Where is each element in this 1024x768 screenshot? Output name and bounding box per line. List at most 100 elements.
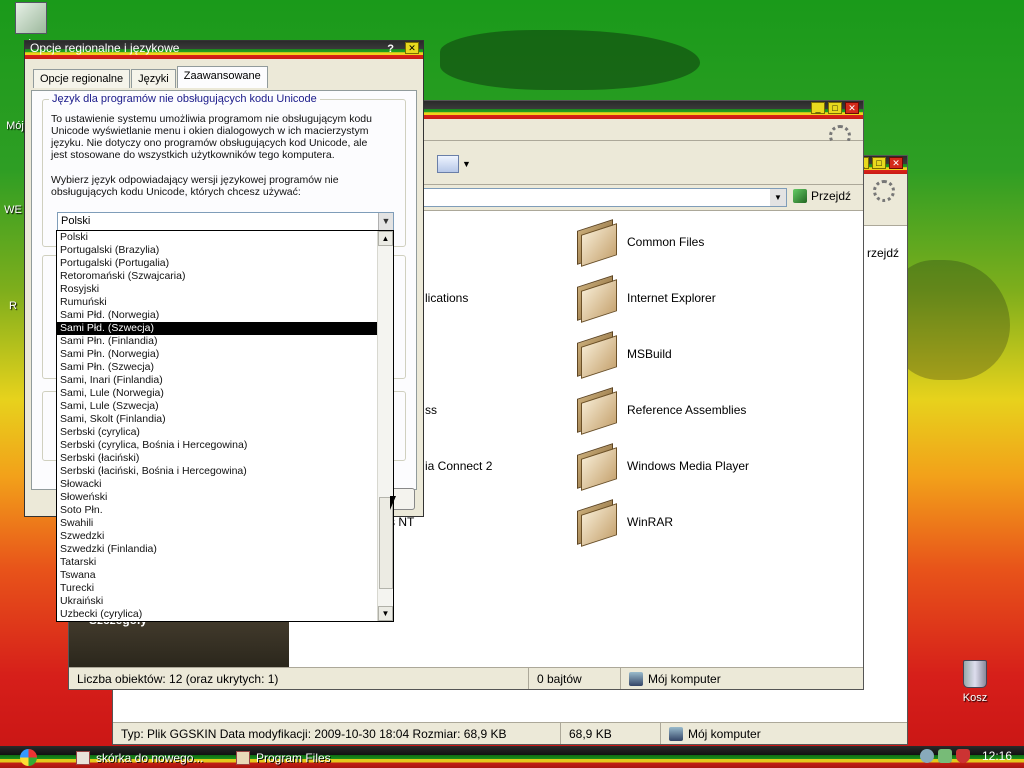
folder-item[interactable]: lications xyxy=(425,291,468,305)
computer-icon xyxy=(629,671,643,686)
dialog-title: Opcje regionalne i językowe xyxy=(30,41,180,55)
status-size: 0 bajtów xyxy=(529,668,621,689)
close-button[interactable]: ✕ xyxy=(889,157,903,169)
dropdown-scrollbar[interactable]: ▲ ▼ xyxy=(377,231,393,621)
views-icon xyxy=(437,155,459,173)
scroll-thumb[interactable] xyxy=(379,497,393,589)
tab-regional-options[interactable]: Opcje regionalne xyxy=(33,69,131,88)
tab-advanced[interactable]: Zaawansowane xyxy=(176,66,268,88)
dropdown-item[interactable]: Portugalski (Portugalia) xyxy=(57,257,393,270)
dropdown-item[interactable]: Sami Płn. (Norwegia) xyxy=(57,348,393,361)
throbber-icon xyxy=(873,180,895,202)
desktop-icon-label: WE xyxy=(4,204,22,216)
dropdown-item[interactable]: Sami Płd. (Norwegia) xyxy=(57,309,393,322)
dropdown-item[interactable]: Rosyjski xyxy=(57,283,393,296)
network-icon[interactable] xyxy=(920,749,934,763)
scroll-up-button[interactable]: ▲ xyxy=(378,231,393,246)
dropdown-item[interactable]: Słoweński xyxy=(57,491,393,504)
dropdown-item[interactable]: Serbski (cyrylica) xyxy=(57,426,393,439)
dropdown-item[interactable]: Serbski (łaciński) xyxy=(57,452,393,465)
language-dropdown-list[interactable]: Polski Portugalski (Brazylia) Portugalski … xyxy=(56,230,394,622)
status-bar: Liczba obiektów: 12 (oraz ukrytych: 1) 0… xyxy=(69,667,863,689)
dropdown-item[interactable]: Szwedzki xyxy=(57,530,393,543)
shield-icon[interactable] xyxy=(956,749,970,763)
chevron-down-icon[interactable]: ▼ xyxy=(770,189,786,206)
goto-label: Przejdź xyxy=(811,189,852,203)
dropdown-item[interactable]: Ukraiński xyxy=(57,595,393,608)
dropdown-item[interactable]: Sami, Lule (Norwegia) xyxy=(57,387,393,400)
folder-item-common-files[interactable]: Common Files xyxy=(575,219,704,267)
dropdown-item[interactable]: Szwedzki (Finlandia) xyxy=(57,543,393,556)
recycle-bin-icon xyxy=(963,660,987,688)
maximize-button[interactable]: □ xyxy=(828,102,842,114)
dropdown-item[interactable]: Swahili xyxy=(57,517,393,530)
folder-item-msbuild[interactable]: MSBuild xyxy=(575,331,672,379)
folder-item-internet-explorer[interactable]: Internet Explorer xyxy=(575,275,716,323)
folder-label: MSBuild xyxy=(627,347,672,361)
dropdown-item[interactable]: Turecki xyxy=(57,582,393,595)
desktop-icon-recycle-bin[interactable]: Kosz xyxy=(940,660,1010,704)
dropdown-item[interactable]: Serbski (cyrylica, Bośnia i Hercegowina) xyxy=(57,439,393,452)
dropdown-item[interactable]: Sami, Inari (Finlandia) xyxy=(57,374,393,387)
folder-label: ia Connect 2 xyxy=(425,459,493,473)
start-button[interactable] xyxy=(20,749,37,766)
folder-item-winrar[interactable]: WinRAR xyxy=(575,499,673,547)
close-button[interactable]: ✕ xyxy=(845,102,859,114)
dropdown-item[interactable]: Rumuński xyxy=(57,296,393,309)
dropdown-item[interactable]: Uzbecki (cyrylica) xyxy=(57,608,393,621)
tab-languages[interactable]: Języki xyxy=(131,69,176,88)
groupbox-title: Język dla programów nie obsługujących ko… xyxy=(49,93,320,105)
taskbar: skórka do nowego... Program Files 12:16 xyxy=(0,746,1024,768)
dropdown-item[interactable]: Słowacki xyxy=(57,478,393,491)
desktop-pattern xyxy=(890,260,1010,380)
chevron-down-icon[interactable]: ▼ xyxy=(378,213,393,230)
taskbar-item-program-files[interactable]: Program Files xyxy=(236,749,331,766)
dropdown-item[interactable]: Polski xyxy=(57,231,393,244)
folder-label: Windows Media Player xyxy=(627,459,750,473)
safely-remove-icon[interactable] xyxy=(938,749,952,763)
folder-icon xyxy=(575,331,619,379)
combobox-value: Polski xyxy=(61,215,91,227)
taskbar-item-label: Program Files xyxy=(256,750,331,765)
goto-button[interactable]: rzejdź xyxy=(867,246,899,260)
dropdown-item[interactable]: Serbski (łaciński, Bośnia i Hercegowina) xyxy=(57,465,393,478)
dropdown-item[interactable]: Tswana xyxy=(57,569,393,582)
dropdown-item[interactable]: Sami Płn. (Finlandia) xyxy=(57,335,393,348)
folder-item-windows-media-player[interactable]: Windows Media Player xyxy=(575,443,750,491)
folder-icon xyxy=(15,2,47,34)
folder-label: lications xyxy=(425,291,469,305)
dropdown-item[interactable]: Portugalski (Brazylia) xyxy=(57,244,393,257)
desktop-icon-label: Mój xyxy=(6,120,24,132)
minimize-button[interactable]: _ xyxy=(811,102,825,114)
arrow-right-icon xyxy=(793,189,807,203)
dropdown-item[interactable]: Sami, Skolt (Finlandia) xyxy=(57,413,393,426)
dropdown-item[interactable]: Retoromański (Szwajcaria) xyxy=(57,270,393,283)
help-button[interactable]: ? xyxy=(387,42,394,56)
language-combobox[interactable]: Polski ▼ xyxy=(57,212,394,231)
status-bar: Typ: Plik GGSKIN Data modyfikacji: 2009-… xyxy=(113,722,907,744)
status-size: 68,9 KB xyxy=(561,723,661,744)
folder-item[interactable]: ss xyxy=(425,403,437,417)
dropdown-item[interactable]: Sami Płn. (Szwecja) xyxy=(57,361,393,374)
dropdown-item[interactable]: Soto Płn. xyxy=(57,504,393,517)
folder-item-reference-assemblies[interactable]: Reference Assemblies xyxy=(575,387,747,435)
scroll-down-button[interactable]: ▼ xyxy=(378,606,393,621)
close-button[interactable]: ✕ xyxy=(405,42,419,54)
status-location: Mój komputer xyxy=(621,668,729,689)
system-tray xyxy=(920,749,970,763)
computer-icon xyxy=(669,726,683,741)
status-location-label: Mój komputer xyxy=(648,671,721,686)
folder-icon xyxy=(575,443,619,491)
status-info: Typ: Plik GGSKIN Data modyfikacji: 2009-… xyxy=(113,723,561,744)
taskbar-item-skin[interactable]: skórka do nowego... xyxy=(76,749,203,766)
views-button[interactable]: ▼ xyxy=(437,153,471,175)
dropdown-item[interactable]: Tatarski xyxy=(57,556,393,569)
goto-button[interactable]: Przejdź xyxy=(793,189,851,203)
maximize-button[interactable]: □ xyxy=(872,157,886,169)
desktop-pattern xyxy=(440,30,700,90)
dropdown-item[interactable]: Sami Płd. (Szwecja) xyxy=(57,322,393,335)
dialog-titlebar[interactable]: Opcje regionalne i językowe ? ✕ xyxy=(25,41,423,59)
folder-item[interactable]: ia Connect 2 xyxy=(425,459,492,473)
dropdown-item[interactable]: Sami, Lule (Szwecja) xyxy=(57,400,393,413)
folder-label: Reference Assemblies xyxy=(627,403,747,417)
